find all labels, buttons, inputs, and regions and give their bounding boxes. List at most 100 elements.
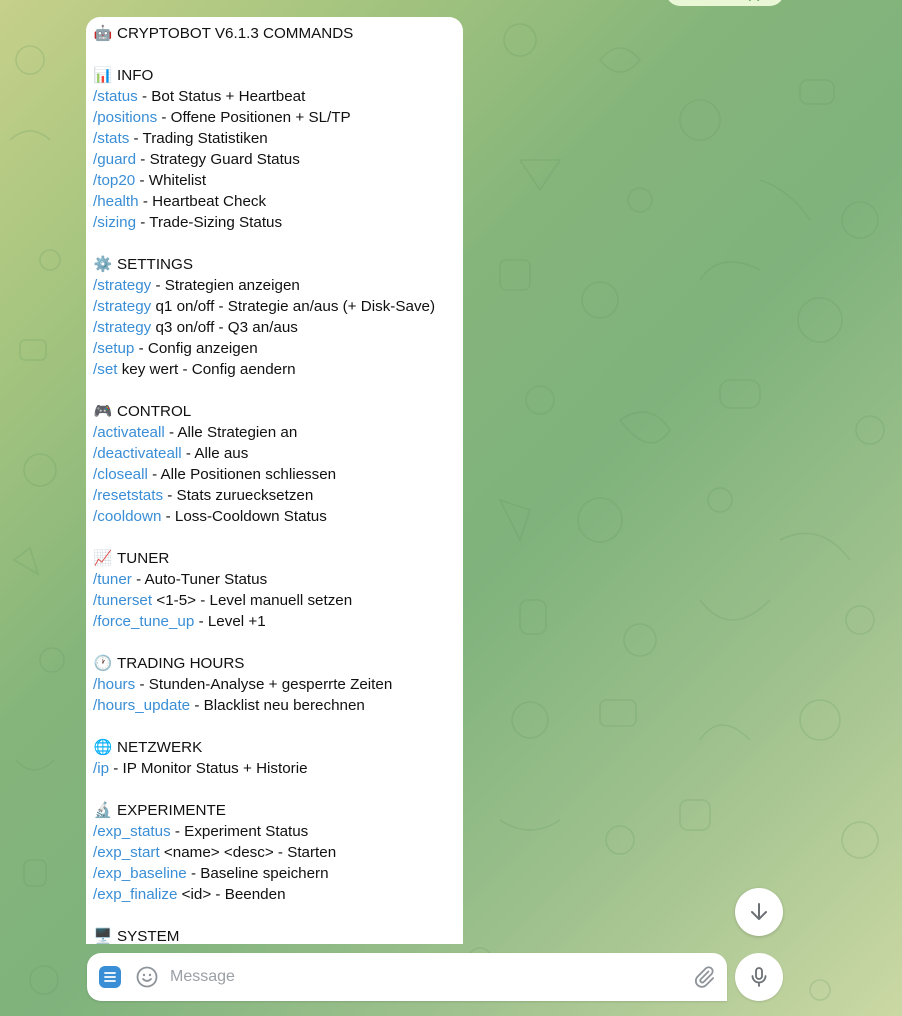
command-link[interactable]: /strategy: [93, 277, 151, 294]
command-description: - Alle Positionen schliessen: [147, 466, 337, 483]
voice-record-button[interactable]: [735, 953, 783, 1001]
command-description: - Auto-Tuner Status: [131, 571, 268, 588]
menu-button[interactable]: [99, 966, 121, 988]
command-row: /guard - Strategy Guard Status: [93, 149, 463, 170]
command-description: - Config anzeigen: [134, 340, 258, 357]
section-title: SYSTEM: [117, 928, 180, 944]
command-description: - Strategien anzeigen: [151, 277, 300, 294]
command-row: /status - Bot Status + Heartbeat: [93, 86, 463, 107]
command-link[interactable]: /strategy: [93, 298, 151, 315]
message-title: 🤖 CRYPTOBOT V6.1.3 COMMANDS: [93, 23, 463, 44]
command-link[interactable]: /strategy: [93, 319, 151, 336]
command-link[interactable]: /sizing: [93, 214, 136, 231]
section-header-control: 🎮 CONTROL: [93, 401, 463, 422]
command-link[interactable]: /guard: [93, 151, 136, 168]
desktop-computer-emoji-icon: 🖥️: [93, 928, 113, 944]
command-row: /deactivateall - Alle aus: [93, 443, 463, 464]
section-header-system: 🖥️ SYSTEM: [93, 926, 463, 944]
smiley-icon[interactable]: [135, 965, 159, 989]
command-link[interactable]: /health: [93, 193, 139, 210]
command-description: - Stunden-Analyse + gesperrte Zeiten: [135, 676, 393, 693]
globe-emoji-icon: 🌐: [93, 739, 113, 756]
command-link[interactable]: /setup: [93, 340, 134, 357]
command-link[interactable]: /status: [93, 88, 138, 105]
command-link[interactable]: /tuner: [93, 571, 132, 588]
command-row: /activateall - Alle Strategien an: [93, 422, 463, 443]
command-link[interactable]: /closeall: [93, 466, 148, 483]
command-row: /cooldown - Loss-Cooldown Status: [93, 506, 463, 527]
command-link[interactable]: /activateall: [93, 424, 165, 441]
command-description: <1-5> - Level manuell setzen: [152, 592, 353, 609]
command-row: /tunerset <1-5> - Level manuell setzen: [93, 590, 463, 611]
section-header-netzwerk: 🌐 NETZWERK: [93, 737, 463, 758]
command-description: - Experiment Status: [170, 823, 309, 840]
command-row: /exp_start <name> <desc> - Starten: [93, 842, 463, 863]
robot-emoji-icon: 🤖: [93, 25, 113, 42]
section-title: EXPERIMENTE: [117, 802, 226, 819]
command-description: - Baseline speichern: [186, 865, 329, 882]
command-link[interactable]: /exp_finalize: [93, 886, 177, 903]
section-title: NETZWERK: [117, 739, 203, 756]
command-link[interactable]: /exp_status: [93, 823, 171, 840]
trending-up-emoji-icon: 📈: [93, 550, 113, 567]
command-row: /exp_status - Experiment Status: [93, 821, 463, 842]
command-link[interactable]: /deactivateall: [93, 445, 182, 462]
command-row: /sizing - Trade-Sizing Status: [93, 212, 463, 233]
command-row: /exp_finalize <id> - Beenden: [93, 884, 463, 905]
command-link[interactable]: /tunerset: [93, 592, 152, 609]
command-link[interactable]: /positions: [93, 109, 157, 126]
command-description: - Alle Strategien an: [164, 424, 298, 441]
message-title-text: CRYPTOBOT V6.1.3 COMMANDS: [117, 25, 354, 42]
paperclip-icon[interactable]: [692, 965, 716, 989]
command-row: /resetstats - Stats zuruecksetzen: [93, 485, 463, 506]
command-description: - Loss-Cooldown Status: [161, 508, 327, 525]
section-header-tuner: 📈 TUNER: [93, 548, 463, 569]
chat-area[interactable]: 🤖 CRYPTOBOT V6.1.3 COMMANDS 📊 INFO/status …: [0, 0, 902, 944]
command-link[interactable]: /resetstats: [93, 487, 163, 504]
command-link[interactable]: /hours_update: [93, 697, 190, 714]
command-description: - Whitelist: [135, 172, 207, 189]
command-link[interactable]: /stats: [93, 130, 129, 147]
clock-emoji-icon: 🕐: [93, 655, 113, 672]
section-title: TUNER: [117, 550, 170, 567]
scroll-down-button[interactable]: [735, 888, 783, 936]
command-link[interactable]: /set: [93, 361, 117, 378]
command-row: /hours - Stunden-Analyse + gesperrte Zei…: [93, 674, 463, 695]
command-link[interactable]: /ip: [93, 760, 109, 777]
command-link[interactable]: /force_tune_up: [93, 613, 194, 630]
command-row: /tuner - Auto-Tuner Status: [93, 569, 463, 590]
command-row: /strategy q3 on/off - Q3 an/aus: [93, 317, 463, 338]
command-row: /setup - Config anzeigen: [93, 338, 463, 359]
microscope-emoji-icon: 🔬: [93, 802, 113, 819]
command-description: <name> <desc> - Starten: [159, 844, 337, 861]
gamepad-emoji-icon: 🎮: [93, 403, 113, 420]
command-description: q1 on/off - Strategie an/aus (+ Disk-Sav…: [151, 298, 436, 315]
command-row: /positions - Offene Positionen + SL/TP: [93, 107, 463, 128]
command-description: q3 on/off - Q3 an/aus: [151, 319, 298, 336]
command-row: /ip - IP Monitor Status + Historie: [93, 758, 463, 779]
command-link[interactable]: /hours: [93, 676, 135, 693]
command-row: /set key wert - Config aendern: [93, 359, 463, 380]
command-row: /force_tune_up - Level +1: [93, 611, 463, 632]
command-link[interactable]: /cooldown: [93, 508, 161, 525]
command-sections: 📊 INFO/status - Bot Status + Heartbeat/po…: [93, 44, 463, 944]
command-link[interactable]: /top20: [93, 172, 135, 189]
command-description: - Stats zuruecksetzen: [163, 487, 314, 504]
section-title: INFO: [117, 67, 154, 84]
command-description: - Level +1: [194, 613, 266, 630]
message-input[interactable]: [170, 965, 670, 989]
command-description: - IP Monitor Status + Historie: [109, 760, 308, 777]
command-link[interactable]: /exp_start: [93, 844, 160, 861]
command-description: - Trade-Sizing Status: [136, 214, 283, 231]
command-row: /exp_baseline - Baseline speichern: [93, 863, 463, 884]
section-header-settings: ⚙️ SETTINGS: [93, 254, 463, 275]
command-row: /strategy q1 on/off - Strategie an/aus (…: [93, 296, 463, 317]
bar-chart-emoji-icon: 📊: [93, 67, 113, 84]
command-row: /strategy - Strategien anzeigen: [93, 275, 463, 296]
command-link[interactable]: /exp_baseline: [93, 865, 187, 882]
